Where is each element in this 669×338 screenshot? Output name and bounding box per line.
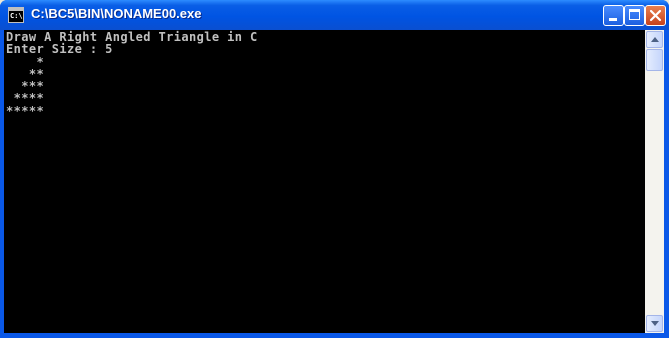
scroll-thumb[interactable]: [646, 49, 663, 71]
maximize-button[interactable]: [624, 5, 645, 26]
minimize-icon: [609, 18, 617, 21]
scroll-up-button[interactable]: [646, 31, 663, 48]
vertical-scrollbar[interactable]: [645, 30, 664, 333]
icon-text: C:\: [10, 12, 23, 20]
console-window: C:\ C:\BC5\BIN\NONAME00.exe Draw A Right…: [0, 0, 669, 338]
window-title: C:\BC5\BIN\NONAME00.exe: [31, 6, 202, 21]
console-text: Draw A Right Angled Triangle in C Enter …: [4, 30, 645, 117]
console-app-icon[interactable]: C:\: [8, 7, 24, 23]
maximize-icon: [629, 9, 640, 20]
icon-bar: [9, 8, 23, 11]
arrow-down-icon: [651, 321, 659, 326]
close-icon: [649, 9, 662, 22]
title-bar[interactable]: C:\ C:\BC5\BIN\NONAME00.exe: [0, 0, 669, 30]
window-bottom-border: [0, 333, 669, 338]
minimize-button[interactable]: [603, 5, 624, 26]
console-output-area[interactable]: Draw A Right Angled Triangle in C Enter …: [4, 30, 645, 333]
arrow-up-icon: [651, 37, 659, 42]
close-button[interactable]: [645, 5, 666, 26]
console-line: *****: [6, 103, 45, 118]
scroll-down-button[interactable]: [646, 315, 663, 332]
